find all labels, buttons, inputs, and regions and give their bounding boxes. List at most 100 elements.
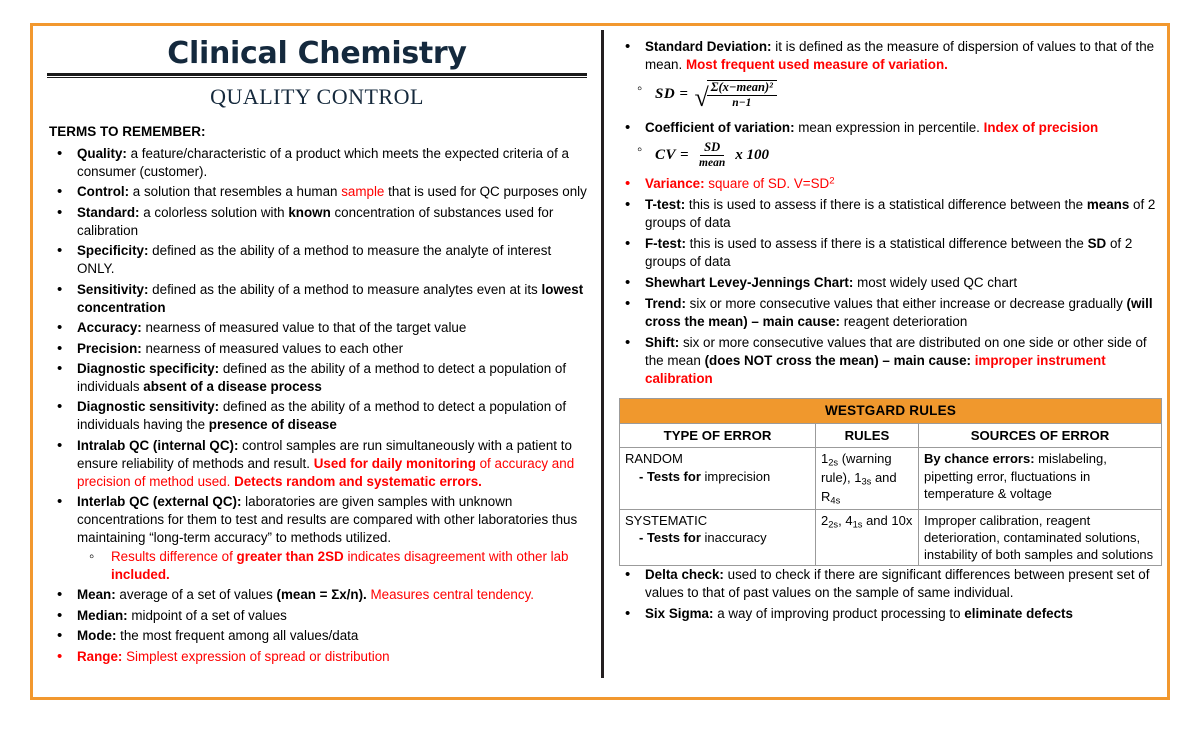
error-type-detail: - Tests for inaccuracy [625, 529, 810, 546]
highlight-text: indicates disagreement with other lab [343, 549, 569, 565]
highlight-bold-text: Detects random and systematic errors. [234, 473, 482, 489]
left-column: Clinical Chemistry QUALITY CONTROL TERMS… [33, 26, 601, 668]
term-definition-tail: reagent deterioration [840, 313, 968, 329]
formula-lhs: CV = [655, 146, 690, 163]
formula-lhs: SD = [655, 86, 689, 102]
page-subtitle: QUALITY CONTROL [210, 84, 424, 109]
rule-tail: and [871, 469, 897, 485]
term-label: Specificity: [77, 243, 149, 259]
term-label: Shewhart Levey-Jennings Chart: [645, 275, 854, 290]
table-row: RANDOM - Tests for imprecision 12s (warn… [619, 447, 1162, 510]
list-item: Precision: nearness of measured values t… [47, 339, 587, 359]
column-header-type-of-error: TYPE OF ERROR [619, 422, 816, 449]
formula-denominator: n−1 [732, 97, 752, 110]
error-type-detail-plain: imprecision [700, 468, 771, 484]
term-label: Standard Deviation: [645, 39, 772, 54]
emphasis-text: presence of disease [208, 417, 337, 433]
list-item: Trend: six or more consecutive values th… [615, 294, 1165, 331]
list-item: Range: Simplest expression of spread or … [47, 647, 587, 667]
list-item: Mean: average of a set of values (mean =… [47, 585, 587, 605]
list-item: Interlab QC (external QC): laboratories … [47, 492, 587, 584]
highlight-text: Measures central tendency. [366, 587, 534, 603]
list-item: Accuracy: nearness of measured value to … [47, 318, 587, 338]
term-label: Diagnostic sensitivity: [77, 399, 220, 415]
term-label: Shift: [645, 334, 680, 350]
terms-list: Quality: a feature/characteristic of a p… [47, 144, 587, 667]
list-item: Shift: six or more consecutive values th… [615, 333, 1165, 388]
highlight-bold-text: Most frequent used measure of variation. [685, 56, 948, 72]
emphasis-text: eliminate defects [964, 606, 1073, 622]
term-label: Interlab QC (external QC): [77, 494, 242, 510]
term-definition: defined as the ability of a method to me… [148, 281, 542, 297]
cell-sources-of-error: Improper calibration, reagent deteriorat… [918, 508, 1162, 567]
term-definition: average of a set of values [115, 587, 277, 603]
cv-list: Coefficient of variation: mean expressio… [615, 118, 1165, 138]
radical-icon: √ [694, 83, 709, 113]
emphasis-text: SD [1087, 236, 1107, 252]
list-item: Standard Deviation: it is defined as the… [615, 37, 1165, 74]
formula-numerator: SD [700, 140, 725, 157]
term-definition: six or more consecutive values that eith… [685, 295, 1127, 311]
list-item: Delta check: used to check if there are … [615, 565, 1165, 602]
bottom-terms-list: Delta check: used to check if there are … [615, 565, 1165, 624]
term-label: Accuracy: [77, 320, 142, 336]
document-page: Clinical Chemistry QUALITY CONTROL TERMS… [30, 23, 1170, 700]
term-label: Coefficient of variation: [645, 120, 795, 136]
list-item: Standard: a colorless solution with know… [47, 203, 587, 240]
term-definition: a solution that resembles a human [129, 184, 342, 200]
list-item: Diagnostic sensitivity: defined as the a… [47, 397, 587, 434]
source-bold: By chance errors: [924, 451, 1035, 467]
superscript: 2 [829, 175, 835, 187]
emphasis-text: (does NOT cross the mean) – main cause: [704, 352, 971, 368]
error-type-detail-plain: inaccuracy [700, 529, 767, 545]
list-item: Quality: a feature/characteristic of a p… [47, 144, 587, 181]
term-definition: defined as the ability of a method to me… [77, 243, 552, 277]
cell-sources-of-error: By chance errors: mislabeling, pipetting… [918, 447, 1162, 510]
term-definition: nearness of measured value to that of th… [141, 320, 467, 336]
table-title: WESTGARD RULES [619, 397, 1162, 424]
highlight-bold-text: greater than 2SD [236, 549, 344, 565]
error-type-detail: - Tests for imprecision [625, 468, 810, 485]
highlight-bold-text: Used for daily monitoring [313, 455, 476, 471]
rule-subscript: 1s [852, 518, 863, 529]
source-plain: Improper calibration, reagent deteriorat… [924, 512, 1154, 563]
term-label: Median: [77, 607, 128, 623]
list-item: Intralab QC (internal QC): control sampl… [47, 436, 587, 491]
list-item: Median: midpoint of a set of values [47, 606, 587, 626]
rule-subscript: 2s [828, 457, 839, 468]
rule-base: R [821, 488, 831, 504]
term-definition: the most frequent among all values/data [116, 628, 359, 644]
emphasis-text: absent of a disease process [143, 378, 322, 394]
section-heading: TERMS TO REMEMBER: [49, 124, 206, 139]
rule-tail: and [862, 512, 892, 528]
cell-type-of-error: RANDOM - Tests for imprecision [619, 447, 816, 510]
westgard-table-wrapper: WESTGARD RULES TYPE OF ERROR RULES SOURC… [619, 397, 1162, 567]
table-title-row: WESTGARD RULES [619, 397, 1162, 424]
list-item: Coefficient of variation: mean expressio… [615, 118, 1165, 138]
term-definition: this is used to assess if there is a sta… [685, 197, 1087, 213]
sd-list: Standard Deviation: it is defined as the… [615, 37, 1165, 74]
error-type-detail-bold: - Tests for [639, 529, 701, 545]
list-item: Six Sigma: a way of improving product pr… [615, 604, 1165, 624]
error-type-detail-bold: - Tests for [639, 468, 701, 484]
formula-tail: x 100 [735, 146, 769, 163]
term-label: Delta check: [645, 567, 724, 583]
term-label: Mode: [77, 628, 117, 644]
emphasis-text: (mean = Σx/n). [276, 587, 367, 603]
column-header-rules: RULES [815, 422, 919, 449]
term-definition: a feature/characteristic of a product wh… [77, 146, 569, 179]
list-item: Mode: the most frequent among all values… [47, 626, 587, 646]
list-item: T-test: this is used to assess if there … [615, 195, 1165, 232]
term-label: Range: [77, 648, 123, 664]
rule-subscript: 2s [828, 518, 839, 529]
term-definition-tail: that is used for QC purposes only [384, 184, 587, 200]
cell-rules: 22s, 41s and 10x [815, 508, 919, 567]
term-definition: a colorless solution with [139, 204, 289, 220]
sd-formula: SD = √ Σ(x−mean)² n−1 [615, 79, 1165, 113]
highlight-text: Results difference of [111, 549, 237, 565]
rule-base: 10x [891, 512, 913, 528]
list-item: Control: a solution that resembles a hum… [47, 182, 587, 202]
term-label: Intralab QC (internal QC): [77, 437, 239, 453]
term-definition: this is used to assess if there is a sta… [685, 236, 1088, 252]
term-label: Control: [77, 184, 130, 200]
